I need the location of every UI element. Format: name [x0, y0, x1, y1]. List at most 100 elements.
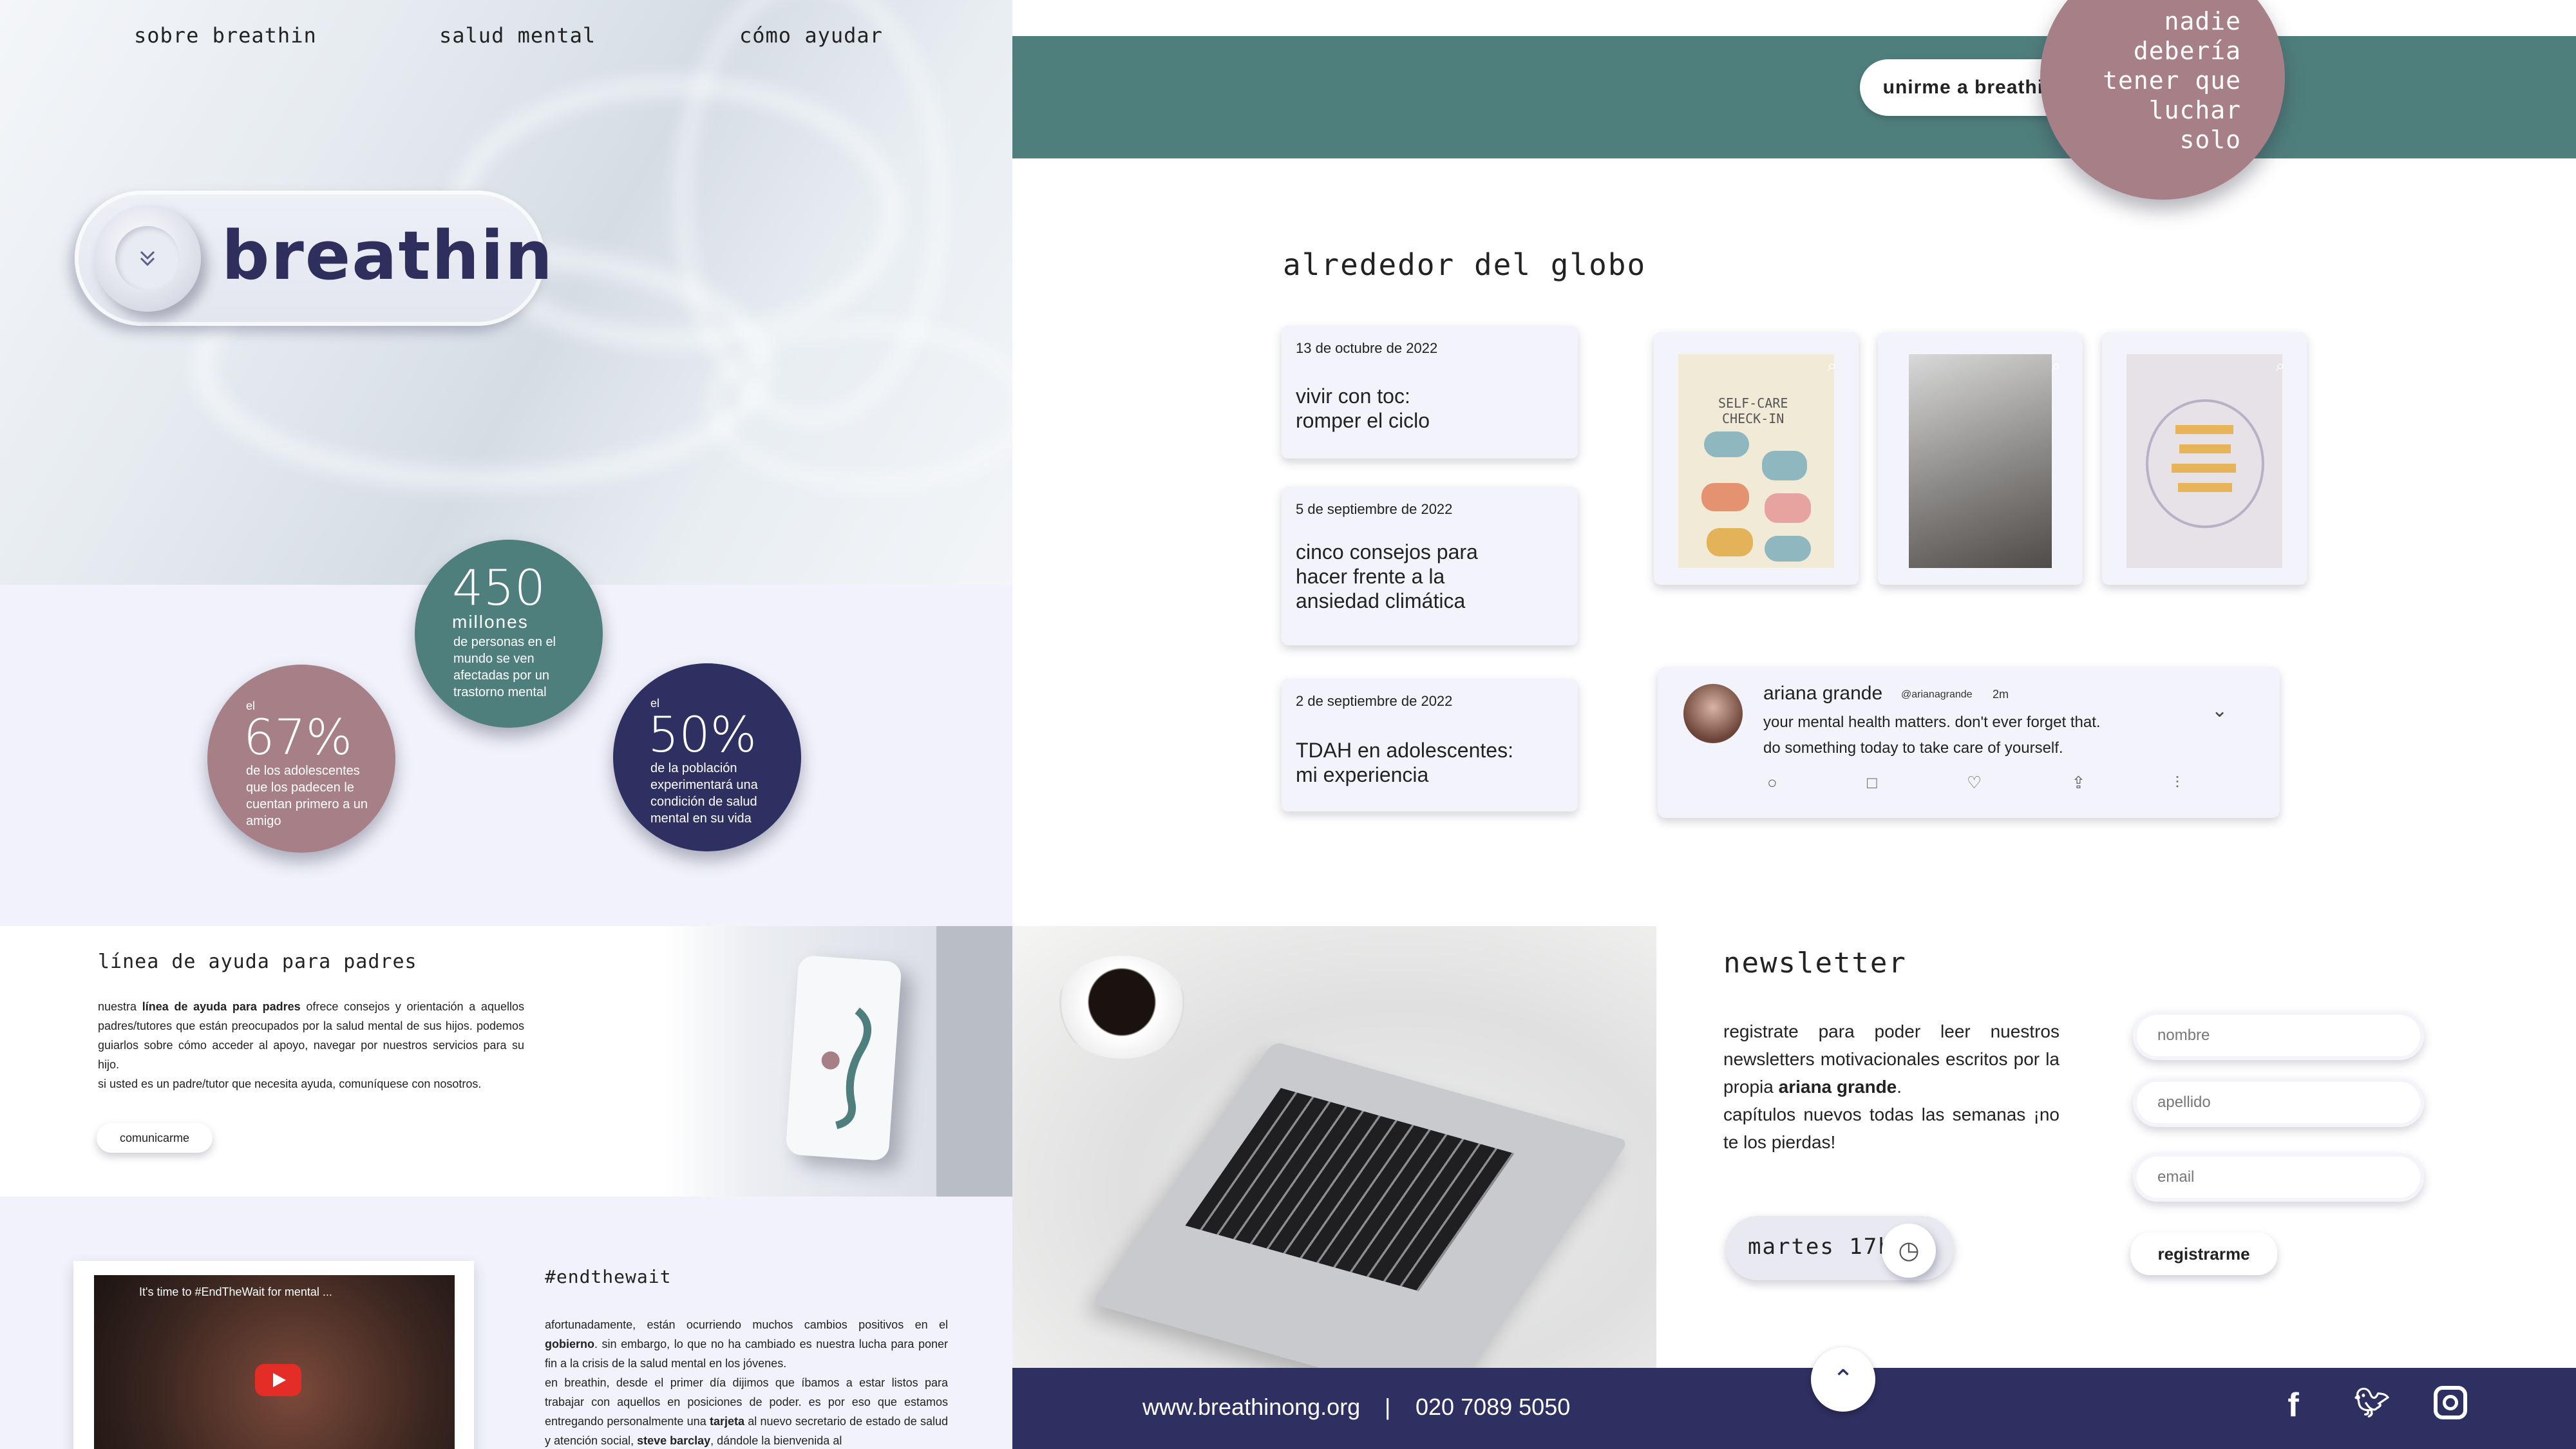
stat-circle-67: el 67% de los adolescentes que los padec…	[207, 665, 395, 853]
nav-salud-mental[interactable]: salud mental	[439, 23, 596, 48]
helpline-text: si usted es un padre/tutor que necesita …	[98, 1077, 482, 1090]
stats-icon[interactable]: ⫶	[2175, 773, 2179, 793]
arrow-up-icon[interactable]: ⌃	[1811, 1347, 1875, 1412]
helpline-body: nuestra línea de ayuda para padres ofrec…	[98, 997, 524, 1094]
slogan-line: tener que	[2103, 66, 2241, 95]
tweet-time: 2m	[1993, 688, 2009, 701]
slogan-circle: nadie debería tener que luchar solo	[2040, 0, 2285, 200]
contact-button[interactable]: comunicarme	[97, 1123, 213, 1153]
retweet-icon[interactable]: □	[1867, 773, 1877, 793]
brain-image	[2126, 354, 2282, 568]
label-strip	[2178, 483, 2232, 492]
youtube-video[interactable]: It's time to #EndTheWait for mental ...	[73, 1261, 474, 1449]
nombre-field[interactable]: nombre	[2133, 1011, 2424, 1060]
image-card-self-care[interactable]: SELF-CARE CHECK-IN ⌕	[1654, 332, 1859, 585]
portrait-image	[1909, 354, 2052, 568]
footer-separator: |	[1385, 1394, 1391, 1420]
share-icon[interactable]: ⇪	[2071, 773, 2085, 793]
nav-como-ayudar[interactable]: cómo ayudar	[739, 23, 883, 48]
bubble-decoration	[1707, 528, 1753, 556]
endthewait-text-bold: tarjeta	[709, 1415, 744, 1428]
instagram-glyph	[2434, 1386, 2467, 1419]
phone-photo	[663, 926, 1012, 1197]
tweet-actions: ○ □ ♡ ⇪ ⫶	[1767, 773, 2179, 793]
facebook-icon[interactable]: f	[2271, 1386, 2316, 1425]
globe-title: alrededor del globo	[1283, 247, 1647, 282]
endthewait-text-bold: gobierno	[545, 1338, 594, 1350]
instagram-icon[interactable]	[2428, 1386, 2473, 1419]
heart-icon[interactable]: ♡	[1967, 773, 1982, 793]
news-title-line: hacer frente a la	[1296, 565, 1445, 588]
slogan-text: nadie debería tener que luchar solo	[2103, 6, 2241, 155]
footer: www.breathinong.org | 020 7089 5050	[1012, 1368, 2576, 1449]
youtube-play-icon[interactable]	[255, 1364, 301, 1396]
news-title-line: ansiedad climática	[1296, 589, 1466, 612]
twitter-icon[interactable]: 🐦︎	[2349, 1386, 2394, 1419]
stat-unit: millones	[452, 612, 529, 632]
newsletter-title: newsletter	[1723, 947, 1907, 980]
bubble-decoration	[1765, 536, 1811, 562]
register-button[interactable]: registrarme	[2130, 1233, 2277, 1275]
endthewait-section: It's time to #EndTheWait for mental ... …	[0, 1197, 1012, 1449]
self-care-heading-line: SELF-CARE	[1718, 395, 1788, 411]
news-date: 5 de septiembre de 2022	[1296, 501, 1453, 517]
news-title-line: vivir con toc:	[1296, 384, 1410, 408]
photo-wall	[936, 926, 1012, 1197]
stat-description: de personas en el mundo se ven afectadas…	[453, 635, 556, 699]
news-title-line: cinco consejos para	[1296, 540, 1478, 564]
endthewait-body: afortunadamente, están ocurriendo muchos…	[545, 1315, 948, 1449]
helpline-text-bold: línea de ayuda para padres	[142, 1000, 301, 1013]
self-care-heading: SELF-CARE CHECK-IN	[1718, 395, 1788, 426]
news-title-line: mi experiencia	[1296, 763, 1429, 786]
endthewait-text: , dándole la bienvenida al	[710, 1434, 842, 1447]
chevron-down-icon	[115, 226, 180, 290]
stat-value: 67%	[243, 708, 352, 766]
image-card-brain[interactable]: ⌕	[2102, 332, 2307, 585]
email-field[interactable]: email	[2133, 1153, 2424, 1202]
top-band	[1012, 36, 2576, 158]
helpline-text: nuestra	[98, 1000, 142, 1013]
tweet-handle[interactable]: @arianagrande	[1901, 689, 1973, 701]
phone-illustration	[821, 1007, 872, 1130]
apellido-field[interactable]: apellido	[2133, 1078, 2424, 1127]
news-card[interactable]: 5 de septiembre de 2022 cinco consejos p…	[1282, 487, 1578, 645]
self-care-image: SELF-CARE CHECK-IN	[1678, 354, 1834, 568]
label-strip	[2179, 444, 2231, 453]
laptop-image	[1091, 1041, 1629, 1368]
tweet-author-name[interactable]: ariana grande	[1763, 683, 1882, 705]
footer-phone[interactable]: 020 7089 5050	[1416, 1394, 1570, 1421]
right-column: unirme a breathin nadie debería tener qu…	[1012, 0, 2576, 1449]
search-zoom-icon[interactable]: ⌕	[1827, 355, 1837, 376]
tweet-card[interactable]: ariana grande @arianagrande 2m your ment…	[1658, 667, 2280, 818]
stats-section: 450 millones de personas en el mundo se …	[0, 540, 1012, 926]
avatar[interactable]	[1683, 684, 1743, 743]
news-title-line: romper el ciclo	[1296, 409, 1430, 432]
smoke-decoration	[708, 322, 1012, 489]
search-zoom-icon[interactable]: ⌕	[2051, 355, 2061, 376]
news-card[interactable]: 2 de septiembre de 2022 TDAH en adolesce…	[1282, 679, 1578, 811]
news-date: 13 de octubre de 2022	[1296, 340, 1438, 356]
news-card[interactable]: 13 de octubre de 2022 vivir con toc: rom…	[1282, 326, 1578, 459]
nav-sobre-breathin[interactable]: sobre breathin	[134, 23, 317, 48]
stat-value: 450	[452, 559, 546, 616]
image-card-portrait[interactable]: ⌕	[1878, 332, 2083, 585]
slogan-line: nadie	[2164, 7, 2241, 35]
schedule-pill: martes 17hs ◷	[1726, 1216, 1954, 1280]
label-strip	[2175, 425, 2233, 434]
stat-value: 50%	[648, 706, 757, 763]
newsletter-text: .	[1897, 1077, 1902, 1097]
bubble-decoration	[1704, 431, 1749, 457]
tweet-line: do something today to take care of yours…	[1763, 739, 2063, 757]
bubble-decoration	[1762, 451, 1807, 480]
scroll-down-button[interactable]	[94, 205, 201, 312]
reply-icon[interactable]: ○	[1767, 773, 1777, 793]
slogan-line: solo	[2179, 126, 2241, 154]
coffee-cup-image	[1057, 956, 1186, 1059]
bubble-decoration	[1701, 483, 1749, 511]
laptop-photo	[1012, 926, 1656, 1368]
chevron-down-icon[interactable]: ⌄	[2211, 699, 2228, 722]
footer-website-link[interactable]: www.breathinong.org	[1142, 1394, 1360, 1421]
endthewait-text: . sin embargo, lo que no ha cambiado es …	[545, 1338, 948, 1370]
video-title: It's time to #EndTheWait for mental ...	[139, 1285, 332, 1298]
search-zoom-icon[interactable]: ⌕	[2275, 355, 2285, 376]
